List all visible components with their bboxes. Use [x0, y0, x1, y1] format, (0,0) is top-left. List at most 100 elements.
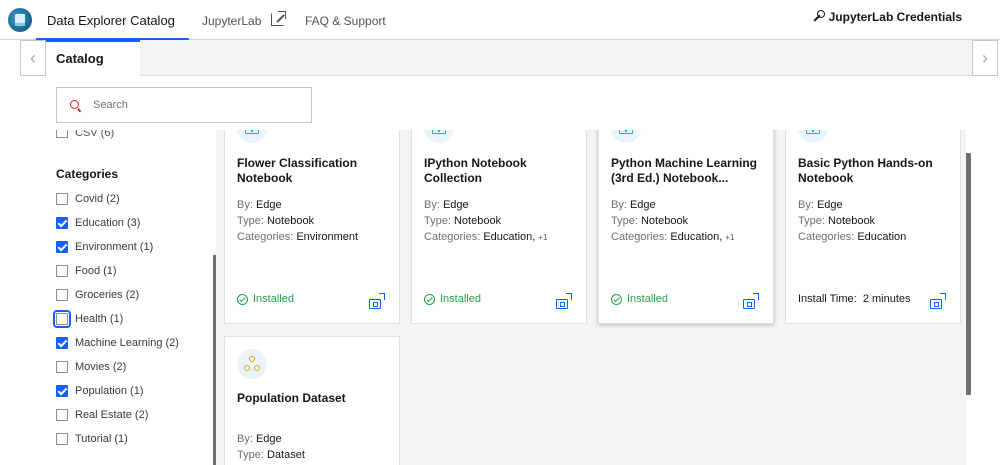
category-item-environment[interactable]: Environment (1)	[56, 235, 179, 259]
checkmark-circle-icon	[424, 293, 435, 305]
card-author: By: Edge	[237, 433, 282, 445]
dataset-icon	[237, 349, 267, 379]
search-box	[56, 87, 312, 123]
checkbox[interactable]	[56, 337, 68, 349]
nav-tab-label: Data Explorer Catalog	[47, 13, 175, 28]
more-categories-badge[interactable]: +1	[538, 233, 547, 242]
card-title: Basic Python Hands-on Notebook	[798, 156, 933, 185]
nav-tab-label: JupyterLab	[202, 14, 262, 28]
credentials-label: JupyterLab Credentials	[828, 10, 962, 24]
category-item-covid[interactable]: Covid (2)	[56, 187, 179, 211]
chevron-right-icon: ›	[982, 47, 988, 68]
launch-icon	[566, 293, 572, 299]
card-title: Python Machine Learning (3rd Ed.) Notebo…	[611, 156, 758, 185]
card-categories: Categories: Education, +1	[424, 231, 548, 243]
nav-tab-jupyterlab[interactable]: JupyterLab	[202, 0, 287, 40]
checkmark-circle-icon	[611, 293, 622, 305]
installed-status: Installed	[611, 293, 668, 305]
card-title: Flower Classification Notebook	[237, 156, 358, 185]
category-label: Tutorial (1)	[75, 433, 128, 445]
card-author: By: Edge	[611, 199, 656, 211]
category-item-real-estate[interactable]: Real Estate (2)	[56, 403, 179, 427]
catalog-grid: Flower Classification Notebook By: Edge …	[216, 130, 966, 465]
notebook-icon	[237, 130, 267, 143]
install-button[interactable]	[930, 293, 946, 309]
open-button[interactable]	[556, 293, 572, 309]
card-author: By: Edge	[424, 199, 469, 211]
catalog-card[interactable]: IPython Notebook Collection By: Edge Typ…	[411, 130, 587, 324]
notebook-icon	[611, 130, 641, 143]
category-item-education[interactable]: Education (3)	[56, 211, 179, 235]
card-title: Population Dataset	[237, 391, 346, 405]
checkbox[interactable]	[56, 385, 68, 397]
jupyterlab-credentials-button[interactable]: JupyterLab Credentials	[813, 10, 962, 24]
tab-bar: ‹ Catalog ›	[20, 40, 998, 76]
category-item-health[interactable]: Health (1)	[53, 307, 179, 331]
checkbox[interactable]	[56, 217, 68, 229]
category-item-food[interactable]: Food (1)	[56, 259, 179, 283]
checkbox[interactable]	[56, 409, 68, 421]
main-scrollbar[interactable]	[966, 153, 971, 395]
category-label: Environment (1)	[75, 241, 154, 253]
scroll-right-button[interactable]: ›	[972, 40, 998, 76]
checkbox[interactable]	[56, 361, 68, 373]
search-icon	[70, 100, 79, 109]
card-categories: Categories: Environment	[237, 231, 359, 243]
category-label: Population (1)	[75, 385, 144, 397]
category-item-tutorial[interactable]: Tutorial (1)	[56, 427, 179, 451]
category-label: Groceries (2)	[75, 289, 140, 301]
catalog-card[interactable]: Basic Python Hands-on Notebook By: Edge …	[785, 130, 961, 324]
checkmark-circle-icon	[237, 293, 248, 305]
catalog-card[interactable]: Python Machine Learning (3rd Ed.) Notebo…	[598, 130, 774, 324]
card-categories: Categories: Education	[798, 231, 907, 243]
more-categories-badge[interactable]: +1	[725, 233, 734, 242]
category-item-movies[interactable]: Movies (2)	[56, 355, 179, 379]
catalog-card[interactable]: Flower Classification Notebook By: Edge …	[224, 130, 400, 324]
search-input[interactable]	[93, 96, 293, 114]
checkbox[interactable]	[53, 310, 71, 328]
external-link-icon	[271, 11, 287, 26]
checkbox[interactable]	[56, 241, 68, 253]
scroll-left-button[interactable]: ‹	[20, 40, 46, 76]
checkbox[interactable]	[56, 193, 68, 205]
nav-tab-data-explorer-catalog[interactable]: Data Explorer Catalog	[36, 0, 189, 40]
installed-status: Installed	[237, 293, 294, 305]
launch-icon	[753, 293, 759, 299]
checkbox[interactable]	[56, 130, 68, 138]
tab-label: Catalog	[56, 51, 104, 66]
installed-status: Installed	[424, 293, 481, 305]
app-logo-icon[interactable]	[8, 8, 32, 32]
tab-catalog[interactable]: Catalog	[46, 40, 140, 76]
card-type: Type: Notebook	[798, 215, 876, 227]
nav-tab-faq-support[interactable]: FAQ & Support	[305, 0, 386, 40]
notebook-icon	[424, 130, 454, 143]
category-item-machine-learning[interactable]: Machine Learning (2)	[56, 331, 179, 355]
category-label: Movies (2)	[75, 361, 127, 373]
card-type: Type: Notebook	[611, 215, 689, 227]
open-button[interactable]	[743, 293, 759, 309]
checkbox[interactable]	[56, 433, 68, 445]
filter-item-label: CSV (6)	[75, 130, 115, 139]
category-label: Real Estate (2)	[75, 409, 149, 421]
checkbox[interactable]	[56, 265, 68, 277]
notebook-icon	[798, 130, 828, 143]
filter-item-csv[interactable]: CSV (6)	[56, 130, 114, 139]
category-item-groceries[interactable]: Groceries (2)	[56, 283, 179, 307]
category-label: Machine Learning (2)	[75, 337, 179, 349]
install-time: Install Time: 2 minutes	[798, 293, 911, 305]
category-label: Health (1)	[75, 313, 124, 325]
category-item-population[interactable]: Population (1)	[56, 379, 179, 403]
categories-list: Covid (2) Education (3) Environment (1) …	[53, 187, 179, 451]
open-button[interactable]	[369, 293, 385, 309]
categories-heading: Categories	[56, 167, 119, 181]
catalog-card[interactable]: Population Dataset By: Edge Type: Datase…	[224, 336, 400, 465]
top-navigation: Data Explorer Catalog JupyterLab FAQ & S…	[0, 0, 1000, 40]
checkbox[interactable]	[56, 289, 68, 301]
card-type: Type: Dataset	[237, 449, 305, 461]
nav-tab-label: FAQ & Support	[305, 14, 386, 28]
card-title: IPython Notebook Collection	[424, 156, 527, 185]
launch-icon	[379, 293, 385, 299]
card-type: Type: Notebook	[424, 215, 502, 227]
card-categories: Categories: Education, +1	[611, 231, 735, 243]
category-label: Covid (2)	[75, 193, 120, 205]
